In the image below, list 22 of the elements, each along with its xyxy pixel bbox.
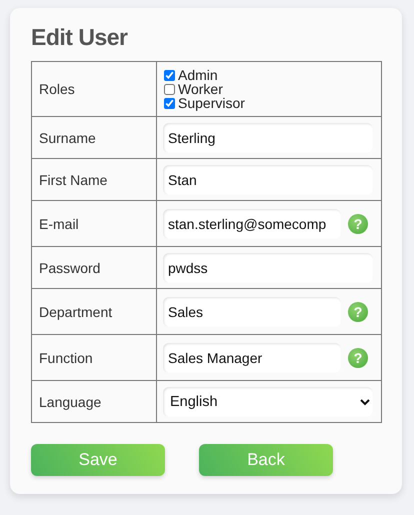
role-checkbox[interactable] [164,70,175,80]
field-label: Surname [32,116,156,158]
checkbox-label: Supervisor [178,96,245,110]
language-dropdown[interactable]: English [163,386,373,416]
text-field[interactable]: Sales Manager [163,342,341,372]
text-field[interactable]: Stan [163,164,373,194]
field-label: Department [32,288,156,334]
checkbox-label: Admin [178,68,218,82]
field-label: Password [32,246,156,288]
field-label: Roles [32,62,156,116]
role-checkbox[interactable] [164,98,175,108]
page-title: Edit User [31,24,129,51]
text-field[interactable]: pwdss [163,252,373,282]
text-field[interactable]: Sales [163,296,341,326]
text-field[interactable]: stan.sterling@somecomp [163,208,341,238]
text-field[interactable]: Sterling [163,122,373,152]
field-label: E-mail [32,200,156,246]
checkbox-label: Worker [178,82,223,96]
field-label: Function [32,334,156,380]
role-checkbox[interactable] [164,84,175,94]
field-label: First Name [32,158,156,200]
field-label: Language [32,380,156,422]
